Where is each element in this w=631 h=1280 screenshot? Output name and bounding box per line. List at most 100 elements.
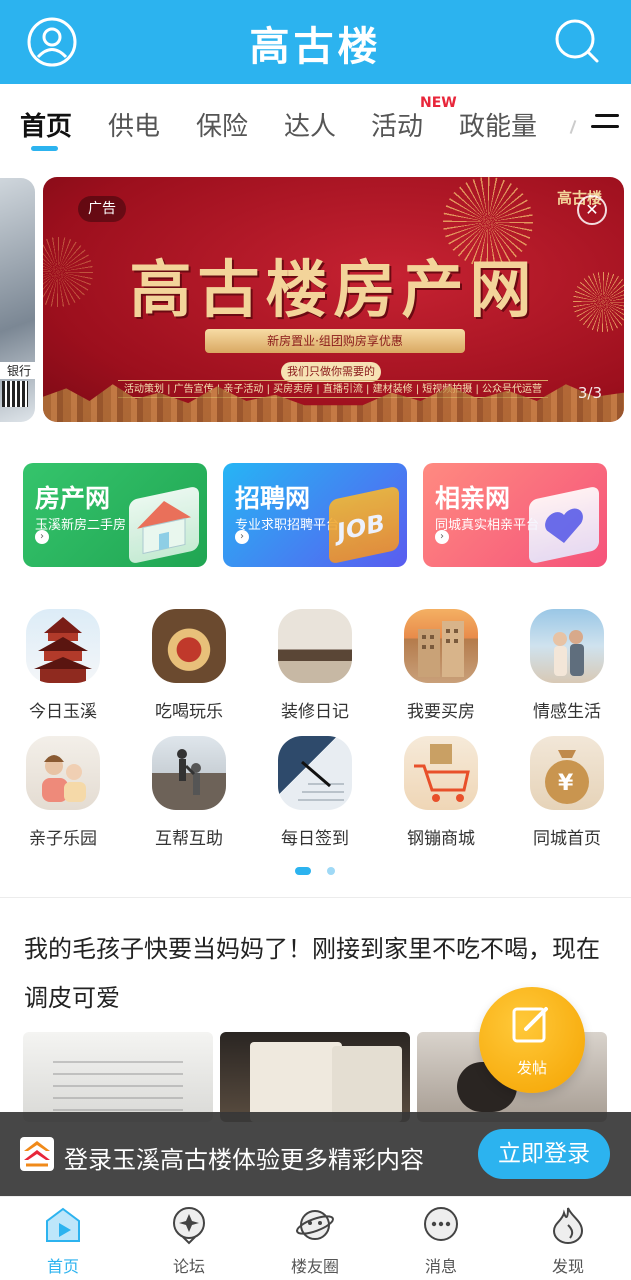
nav-home[interactable]: 首页	[23, 1205, 103, 1277]
card-title: 房产网	[35, 484, 111, 513]
planet-icon	[295, 1205, 335, 1245]
card-title: 相亲网	[435, 484, 511, 513]
tab-fade-divider	[569, 120, 577, 134]
living-room-icon	[278, 609, 352, 683]
search-icon[interactable]	[552, 16, 604, 68]
card-subtitle: 玉溪新房二手房	[35, 518, 127, 533]
home-play-icon	[43, 1205, 83, 1245]
house-illustration-icon	[129, 485, 199, 565]
card-subtitle: 专业求职招聘平台	[235, 518, 340, 533]
qr-code-icon	[2, 381, 28, 407]
shopping-cart-icon	[404, 736, 478, 810]
family-icon	[26, 736, 100, 810]
building-icon	[404, 609, 478, 683]
job-illustration-icon: JOB	[329, 485, 399, 565]
banner-counter: 3/3	[577, 384, 602, 402]
create-post-button[interactable]: 发帖	[479, 987, 585, 1093]
app-title: 高古楼	[249, 24, 382, 70]
nav-messages[interactable]: 消息	[401, 1205, 481, 1277]
grid-label: 亲子乐园	[29, 829, 97, 849]
grid-item-buy-house[interactable]: 我要买房	[386, 609, 496, 722]
grid-item-coin-mall[interactable]: 钢镚商城	[386, 736, 496, 849]
bottom-navigation: 首页 论坛 楼友圈 消息 发现	[0, 1196, 631, 1280]
svg-text:JOB: JOB	[335, 508, 385, 547]
edit-icon	[510, 1003, 554, 1047]
grid-label: 情感生活	[533, 702, 601, 722]
grid-item-parent-child[interactable]: 亲子乐园	[8, 736, 118, 849]
food-icon	[152, 609, 226, 683]
active-tab-indicator	[31, 146, 58, 151]
card-dating[interactable]: 相亲网 同城真实相亲平台 ›	[423, 463, 607, 567]
signing-icon	[278, 736, 352, 810]
product-box-shape	[250, 1042, 342, 1122]
couple-icon	[530, 609, 604, 683]
tab-positive-energy[interactable]: 政能量	[459, 106, 537, 143]
login-prompt-bar: 登录玉溪高古楼体验更多精彩内容 立即登录	[0, 1112, 631, 1196]
grid-label: 我要买房	[407, 702, 475, 722]
banner-prev-text: 银行	[0, 362, 35, 379]
banner-ribbon: 新房置业·组团购房享优惠	[205, 329, 465, 353]
promo-banner[interactable]: 高古楼房产网 新房置业·组团购房享优惠 我们只做你需要的 活动策划 | 广告宣传…	[43, 177, 624, 422]
grid-item-emotional-life[interactable]: 情感生活	[512, 609, 622, 722]
grid-label: 同城首页	[533, 829, 601, 849]
pager-dot-active[interactable]	[295, 867, 311, 875]
nav-forum[interactable]: 论坛	[149, 1205, 229, 1277]
arrow-right-icon: ›	[35, 530, 49, 544]
nav-label: 楼友圈	[290, 1257, 339, 1276]
pager-dot[interactable]	[327, 867, 335, 875]
category-tabs: 首页 供电 保险 达人 活动 政能量	[0, 84, 631, 158]
grid-label: 今日玉溪	[29, 702, 97, 722]
dating-illustration-icon	[529, 485, 599, 565]
grid-item-food-fun[interactable]: 吃喝玩乐	[134, 609, 244, 722]
new-badge: NEW	[420, 95, 457, 111]
grid-label: 钢镚商城	[407, 829, 475, 849]
section-divider	[0, 897, 631, 898]
grid-item-city-home[interactable]: ¥ 同城首页	[512, 736, 622, 849]
card-subtitle: 同城真实相亲平台	[435, 518, 540, 533]
nav-label: 论坛	[172, 1257, 205, 1276]
banner-services: 活动策划 | 广告宣传 | 亲子活动 | 买房卖房 | 直播引流 | 建材装修 …	[118, 380, 548, 398]
helping-hand-icon	[152, 736, 226, 810]
banner-headline: 高古楼房产网	[129, 253, 538, 326]
arrow-right-icon: ›	[235, 530, 249, 544]
app-logo-icon	[20, 1137, 54, 1171]
grid-label: 吃喝玩乐	[155, 702, 223, 722]
product-box-shape	[332, 1046, 402, 1122]
login-prompt-text: 登录玉溪高古楼体验更多精彩内容	[64, 1146, 424, 1174]
close-icon[interactable]: ✕	[577, 195, 607, 225]
grid-item-decoration-diary[interactable]: 装修日记	[260, 609, 370, 722]
nav-label: 发现	[551, 1257, 584, 1276]
forum-icon	[169, 1205, 209, 1245]
nav-label: 消息	[424, 1257, 457, 1276]
banner-previous-slide[interactable]: 银行	[0, 178, 35, 422]
discover-flame-icon	[548, 1205, 588, 1245]
svg-text:¥: ¥	[558, 771, 574, 796]
tab-power[interactable]: 供电	[108, 106, 160, 143]
card-title: 招聘网	[235, 484, 311, 513]
grid-item-daily-checkin[interactable]: 每日签到	[260, 736, 370, 849]
tab-home[interactable]: 首页	[20, 106, 72, 143]
pagoda-icon	[26, 609, 100, 683]
nav-discover[interactable]: 发现	[528, 1205, 608, 1277]
ad-badge: 广告	[78, 196, 126, 222]
post-image-document[interactable]	[23, 1032, 213, 1122]
app-header: 高古楼	[0, 0, 631, 84]
create-post-label: 发帖	[516, 1059, 547, 1077]
menu-lines-icon[interactable]	[591, 112, 619, 132]
banner-slogan: 我们只做你需要的	[281, 362, 381, 382]
grid-label: 互帮互助	[155, 829, 223, 849]
arrow-right-icon: ›	[435, 530, 449, 544]
login-button[interactable]: 立即登录	[478, 1129, 610, 1179]
tab-activities[interactable]: 活动	[371, 106, 423, 143]
tab-experts[interactable]: 达人	[284, 106, 336, 143]
post-image-product-box[interactable]	[220, 1032, 410, 1122]
grid-item-mutual-help[interactable]: 互帮互助	[134, 736, 244, 849]
nav-friends-circle[interactable]: 楼友圈	[275, 1205, 355, 1277]
message-icon	[421, 1205, 461, 1245]
grid-label: 每日签到	[281, 829, 349, 849]
grid-label: 装修日记	[281, 702, 349, 722]
tab-insurance[interactable]: 保险	[196, 106, 248, 143]
card-jobs[interactable]: 招聘网 专业求职招聘平台 › JOB	[223, 463, 407, 567]
grid-item-today-yuxi[interactable]: 今日玉溪	[8, 609, 118, 722]
card-real-estate[interactable]: 房产网 玉溪新房二手房 ›	[23, 463, 207, 567]
